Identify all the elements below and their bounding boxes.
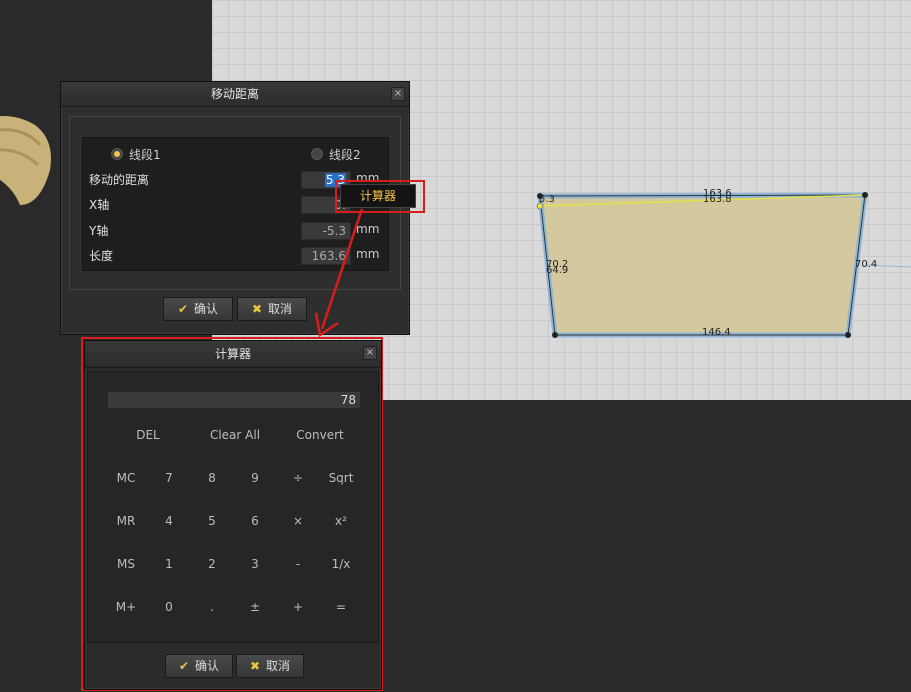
key-0[interactable]: 0 <box>149 598 189 616</box>
key-1[interactable]: 1 <box>149 555 189 573</box>
key-9[interactable]: 9 <box>235 469 275 487</box>
check-icon: ✔ <box>177 302 189 316</box>
key-sqrt[interactable]: Sqrt <box>321 469 361 487</box>
move-distance-label: 移动的距离 <box>89 173 150 187</box>
close-icon[interactable]: × <box>363 346 377 360</box>
key-plus[interactable]: + <box>278 598 318 616</box>
length-label: 长度 <box>89 249 114 263</box>
key-mc[interactable]: MC <box>106 469 146 487</box>
del-button[interactable]: DEL <box>128 426 168 444</box>
label-right: 70.4 <box>855 259 877 270</box>
label-bottom: 146.4 <box>702 327 731 338</box>
key-divide[interactable]: ÷ <box>278 469 318 487</box>
key-equals[interactable]: = <box>321 598 361 616</box>
key-8[interactable]: 8 <box>192 469 232 487</box>
radio-segment-2[interactable] <box>311 148 323 160</box>
key-multiply[interactable]: × <box>278 512 318 530</box>
close-icon: ✖ <box>249 659 261 673</box>
key-4[interactable]: 4 <box>149 512 189 530</box>
clear-all-button[interactable]: Clear All <box>205 426 265 444</box>
label-top-b: 163.8 <box>703 194 732 205</box>
close-icon[interactable]: × <box>391 87 405 101</box>
calculator-titlebar[interactable]: 计算器 × <box>85 341 381 368</box>
label-corner: 5.3 <box>539 194 555 205</box>
key-minus[interactable]: - <box>278 555 318 573</box>
key-ms[interactable]: MS <box>106 555 146 573</box>
x-axis-label: X轴 <box>89 198 110 212</box>
key-2[interactable]: 2 <box>192 555 232 573</box>
move-dialog-titlebar[interactable]: 移动距离 × <box>61 82 409 107</box>
move-cancel-button[interactable]: ✖ 取消 <box>237 297 307 321</box>
convert-button[interactable]: Convert <box>290 426 350 444</box>
key-mplus[interactable]: M+ <box>106 598 146 616</box>
move-dialog-title: 移动距离 <box>210 87 259 101</box>
calculator-dialog: 计算器 × 78 DEL Clear All Convert MC 7 8 9 … <box>84 340 382 690</box>
key-3[interactable]: 3 <box>235 555 275 573</box>
key-plus-minus[interactable]: ± <box>235 598 275 616</box>
check-icon: ✔ <box>178 659 190 673</box>
key-5[interactable]: 5 <box>192 512 232 530</box>
key-7[interactable]: 7 <box>149 469 189 487</box>
pattern-shape[interactable] <box>537 192 868 338</box>
key-square[interactable]: x² <box>321 512 361 530</box>
move-confirm-button[interactable]: ✔ 确认 <box>163 297 233 321</box>
key-6[interactable]: 6 <box>235 512 275 530</box>
calculator-title: 计算器 <box>214 347 251 361</box>
radio-segment-1-label: 线段1 <box>129 148 161 162</box>
annotation-arrow <box>314 208 364 338</box>
key-reciprocal[interactable]: 1/x <box>321 555 361 573</box>
pattern-piece[interactable]: 163.6 163.8 5.3 70.2 64.9 70.4 146.4 <box>530 185 911 345</box>
calc-confirm-button[interactable]: ✔ 确认 <box>165 654 233 678</box>
key-mr[interactable]: MR <box>106 512 146 530</box>
key-decimal[interactable]: . <box>192 598 232 616</box>
radio-segment-2-label: 线段2 <box>329 148 361 162</box>
calculator-body: 78 DEL Clear All Convert MC 7 8 9 ÷ Sqrt… <box>87 371 379 643</box>
label-left-b: 64.9 <box>546 265 568 276</box>
radio-segment-1[interactable] <box>111 148 123 160</box>
calc-cancel-button[interactable]: ✖ 取消 <box>236 654 304 678</box>
close-icon: ✖ <box>251 302 263 316</box>
calculator-display: 78 <box>108 392 360 408</box>
y-axis-label: Y轴 <box>89 224 109 238</box>
